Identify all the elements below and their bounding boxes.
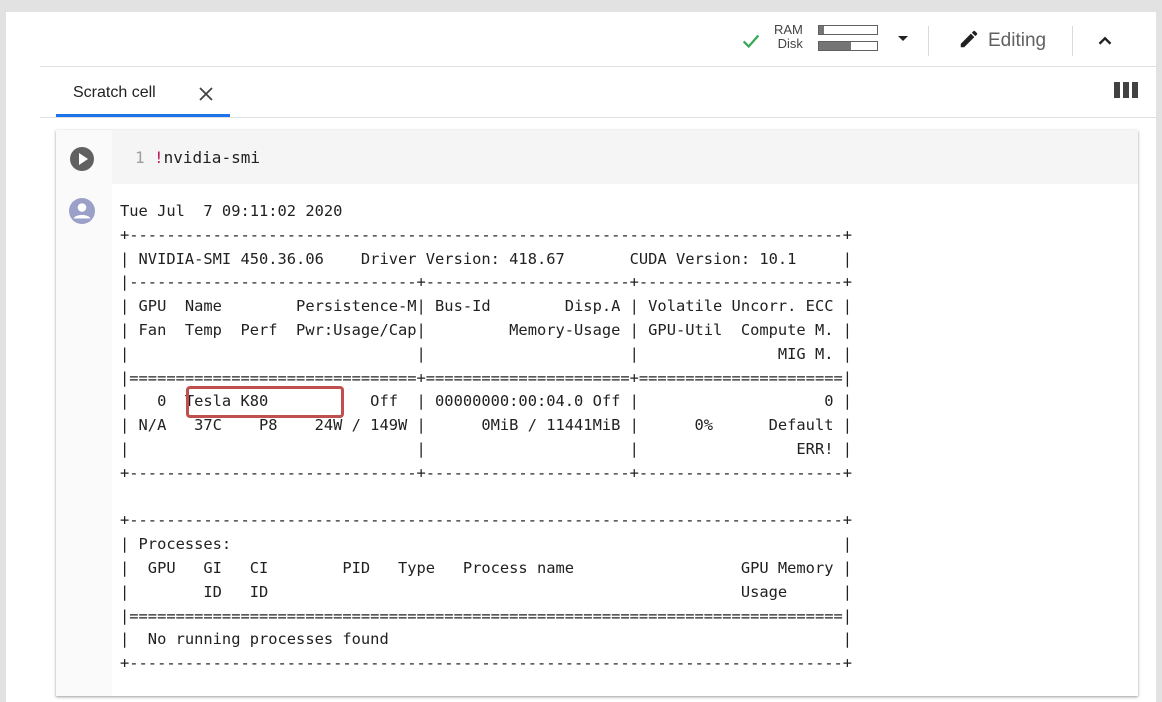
top-toolbar: RAM Disk Editing [6, 12, 1156, 66]
tab-scratch-cell[interactable]: Scratch cell [56, 74, 230, 117]
code-line[interactable]: !nvidia-smi [154, 148, 260, 167]
ram-usage-bar[interactable] [818, 25, 878, 35]
line-number: 1 [135, 148, 145, 167]
close-icon[interactable] [196, 84, 216, 104]
disk-usage-bar[interactable] [818, 41, 878, 51]
code-editor[interactable]: 1 !nvidia-smi [112, 130, 1138, 184]
output-line: | | | MIG M. | [120, 344, 853, 363]
check-icon [742, 34, 760, 49]
output-line: | No running processes found | [120, 630, 853, 649]
ram-label: RAM [774, 22, 803, 37]
output-line: +---------------------------------------… [120, 654, 853, 673]
output-user-icon [69, 198, 95, 224]
output-line: +---------------------------------------… [120, 225, 853, 244]
tab-rule [40, 117, 1156, 118]
pencil-icon[interactable] [958, 28, 980, 50]
toolbar-divider [1072, 26, 1073, 56]
dropdown-icon[interactable] [898, 36, 908, 41]
output-line: |=======================================… [120, 606, 853, 625]
notebook-frame: RAM Disk Editing Scratch cell 1 !nvidia-… [6, 12, 1156, 702]
columns-icon[interactable] [1114, 82, 1138, 98]
disk-label: Disk [777, 36, 803, 51]
editing-mode-label[interactable]: Editing [988, 30, 1046, 52]
output-line: | Processes: | [120, 535, 853, 554]
tab-label: Scratch cell [73, 84, 156, 101]
output-line: | Fan Temp Perf Pwr:Usage/Cap| Memory-Us… [120, 320, 853, 339]
resource-monitor[interactable]: RAM Disk [774, 23, 803, 51]
output-line: +-------------------------------+-------… [120, 463, 853, 482]
toolbar-divider [928, 26, 929, 56]
shell-prefix: ! [154, 148, 164, 167]
output-line: | ID ID Usage | [120, 582, 853, 601]
output-line: | GPU Name Persistence-M| Bus-Id Disp.A … [120, 297, 853, 316]
output-line: |-------------------------------+-------… [120, 273, 853, 292]
cell-output: Tue Jul 7 09:11:02 2020 +----------------… [120, 200, 852, 676]
output-line: | GPU GI CI PID Type Process name GPU Me… [120, 558, 853, 577]
run-cell-button[interactable] [70, 147, 94, 171]
output-line: | | | ERR! | [120, 439, 853, 458]
shell-command: nvidia-smi [163, 148, 260, 167]
output-line: | NVIDIA-SMI 450.36.06 Driver Version: 4… [120, 249, 853, 268]
output-line: +---------------------------------------… [120, 511, 853, 530]
chevron-up-icon[interactable] [1094, 30, 1116, 52]
output-line: Tue Jul 7 09:11:02 2020 [120, 202, 343, 220]
toolbar-rule [40, 66, 1156, 67]
gpu-name-highlight [186, 386, 344, 418]
code-cell[interactable]: 1 !nvidia-smi Tue Jul 7 09:11:02 2020 +--… [56, 130, 1138, 696]
